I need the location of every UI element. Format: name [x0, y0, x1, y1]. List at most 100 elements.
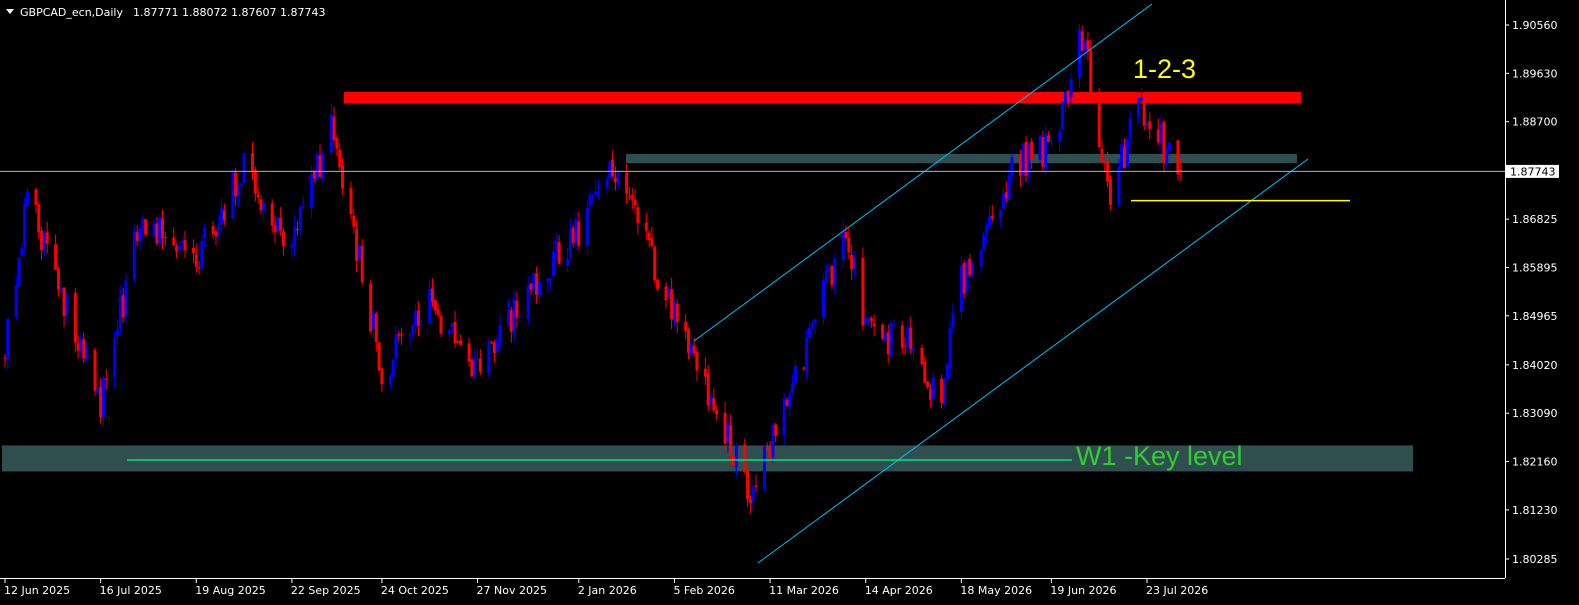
- candle-body: [923, 362, 927, 383]
- price-tick-label: 1.82160: [1512, 456, 1558, 469]
- candle-body: [554, 240, 558, 252]
- candle-body: [650, 238, 654, 247]
- candle-body: [163, 237, 167, 239]
- candle-body: [1077, 29, 1081, 78]
- candle-body: [194, 254, 198, 267]
- candle-body: [912, 348, 916, 351]
- candle-body: [926, 381, 930, 387]
- candle-body: [881, 324, 885, 339]
- candle-body: [273, 225, 277, 233]
- candle-body: [473, 358, 477, 375]
- candle-body: [234, 172, 238, 197]
- candle-body: [6, 318, 10, 360]
- candle-body: [388, 377, 392, 385]
- candle-body: [535, 273, 539, 296]
- candle-body: [222, 210, 226, 221]
- candle-body: [85, 348, 89, 358]
- candle-body: [748, 498, 752, 504]
- candle-body: [985, 225, 989, 233]
- ohlc-values: 1.87771 1.88072 1.87607 1.87743: [133, 6, 325, 19]
- price-chart[interactable]: GBPCAD_ecn,Daily 1.87771 1.88072 1.87607…: [0, 0, 1579, 605]
- candle-body: [1041, 137, 1045, 168]
- candle-body: [467, 343, 471, 362]
- candle-body: [613, 177, 617, 183]
- candle-body: [644, 222, 648, 231]
- candle-body: [827, 268, 831, 270]
- candle-body: [450, 323, 454, 328]
- candle-body: [341, 164, 345, 189]
- candle-body: [220, 208, 224, 225]
- candle-body: [54, 244, 58, 270]
- candle-body: [490, 341, 494, 343]
- candle-body: [942, 380, 946, 404]
- symbol-header: GBPCAD_ecn,Daily 1.87771 1.88072 1.87607…: [6, 6, 325, 19]
- candle-body: [217, 226, 221, 236]
- candle-body: [495, 339, 499, 353]
- candle-body: [1145, 123, 1149, 126]
- candle-body: [886, 332, 890, 355]
- candle-body: [844, 231, 848, 239]
- candle-body: [251, 153, 255, 171]
- candle-body: [82, 339, 86, 359]
- candle-body: [456, 341, 460, 343]
- candle-body: [14, 285, 18, 318]
- candle-body: [734, 444, 738, 468]
- candle-body: [611, 159, 615, 177]
- candle-body: [301, 206, 305, 208]
- candle-body: [101, 377, 105, 418]
- candle-body: [807, 327, 811, 338]
- candle-body: [1083, 40, 1087, 51]
- current-price-label: 1.87743: [1510, 165, 1556, 178]
- candle-body: [627, 196, 631, 198]
- candle-body: [1027, 143, 1031, 176]
- candle-body: [416, 310, 420, 326]
- candle-body: [428, 288, 432, 324]
- symbol-title: GBPCAD_ecn,Daily: [20, 6, 123, 19]
- candle-body: [310, 174, 314, 208]
- candle-body: [526, 285, 530, 319]
- candle-body: [177, 245, 181, 250]
- candle-body: [65, 293, 69, 314]
- candle-body: [23, 204, 27, 246]
- candle-body: [900, 325, 904, 348]
- candle-body: [1024, 142, 1028, 176]
- candle-body: [768, 449, 772, 458]
- candle-body: [594, 191, 598, 195]
- candle-body: [847, 237, 851, 253]
- candle-body: [293, 226, 297, 246]
- chart-canvas[interactable]: GBPCAD_ecn,Daily 1.87771 1.88072 1.87607…: [0, 0, 1579, 605]
- candle-body: [335, 137, 339, 149]
- candle-body: [172, 237, 176, 246]
- candle-body: [903, 345, 907, 347]
- candle-body: [453, 321, 457, 344]
- candle-body: [751, 486, 755, 502]
- candle-body: [377, 342, 381, 371]
- candle-body: [689, 343, 693, 356]
- candle-body: [529, 283, 533, 290]
- candle-body: [774, 424, 778, 437]
- candle-body: [1018, 155, 1022, 176]
- candle-body: [630, 195, 634, 200]
- candle-body: [1165, 149, 1169, 165]
- candle-body: [56, 268, 60, 290]
- candle-body: [664, 286, 668, 301]
- candle-body: [1122, 146, 1126, 168]
- candle-body: [940, 378, 944, 403]
- resistance-zone[interactable]: [626, 153, 1297, 164]
- date-tick-label: 24 Oct 2025: [381, 584, 449, 597]
- candle-body: [906, 328, 910, 348]
- candle-body: [175, 245, 179, 252]
- candle-body: [298, 206, 302, 229]
- candle-body: [931, 377, 935, 400]
- candle-body: [408, 335, 412, 337]
- candle-body: [478, 358, 482, 372]
- candle-body: [551, 251, 555, 277]
- candle-body: [715, 410, 719, 415]
- candle-body: [76, 342, 80, 351]
- candle-body: [104, 379, 108, 381]
- major-resistance-zone[interactable]: [344, 92, 1301, 104]
- candle-body: [1139, 98, 1143, 101]
- candle-body: [290, 244, 294, 248]
- candle-body: [729, 425, 733, 454]
- candle-body: [1168, 142, 1172, 151]
